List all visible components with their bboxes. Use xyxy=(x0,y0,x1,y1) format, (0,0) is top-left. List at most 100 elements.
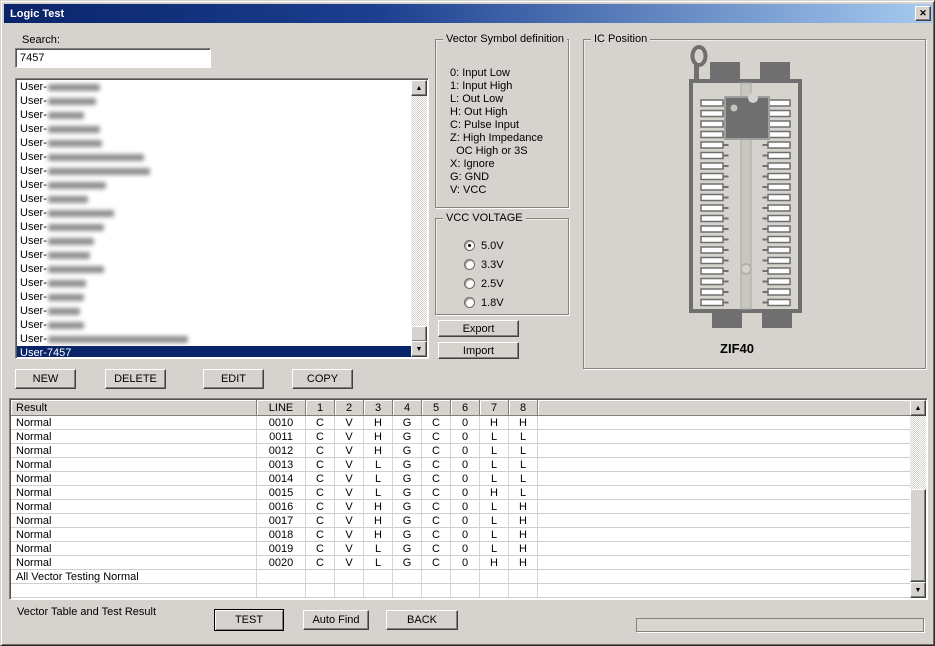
value-cell: C xyxy=(306,514,335,527)
list-item[interactable]: User- xyxy=(17,220,411,234)
list-item-label: User- xyxy=(20,221,47,233)
radio-label: 3.3V xyxy=(481,258,504,271)
table-row[interactable]: Normal 0010 C V H G C 0 H H xyxy=(11,416,912,430)
auto-find-button[interactable]: Auto Find xyxy=(303,610,369,630)
list-item-label: User- xyxy=(20,305,47,317)
scroll-down-icon: ▼ xyxy=(914,586,922,594)
summary-row[interactable]: All Vector Testing Normal xyxy=(11,570,912,584)
result-cell: Normal xyxy=(11,416,257,429)
title-bar[interactable]: Logic Test ✕ xyxy=(4,4,933,23)
radio-button[interactable] xyxy=(464,240,475,251)
table-row[interactable]: Normal 0015 C V L G C 0 H L xyxy=(11,486,912,500)
line-cell: 0014 xyxy=(257,472,306,485)
vcc-voltage-group: VCC VOLTAGE 5.0V 3.3V 2.5V 1.8V xyxy=(435,212,569,315)
radio-label: 5.0V xyxy=(481,239,504,252)
list-item[interactable]: User- xyxy=(17,94,411,108)
radio-button[interactable] xyxy=(464,297,475,308)
list-item[interactable]: User- xyxy=(17,248,411,262)
list-item[interactable]: User- xyxy=(17,178,411,192)
value-cell: C xyxy=(306,486,335,499)
table-row[interactable]: Normal 0020 C V L G C 0 H H xyxy=(11,556,912,570)
table-scrollbar-thumb[interactable] xyxy=(910,489,926,582)
table-row[interactable]: Normal 0019 C V L G C 0 L H xyxy=(11,542,912,556)
list-item-label: User- xyxy=(20,151,47,163)
column-header: 4 xyxy=(393,400,422,416)
vector-symbol-line: 0: Input Low xyxy=(450,67,510,79)
vcc-voltage-group-label: VCC VOLTAGE xyxy=(443,212,526,224)
list-scrollbar-thumb[interactable] xyxy=(411,326,427,342)
list-item[interactable]: User- xyxy=(17,164,411,178)
list-item[interactable]: User- xyxy=(17,318,411,332)
value-cell: G xyxy=(393,472,422,485)
list-item[interactable]: User- xyxy=(17,192,411,206)
line-cell: 0015 xyxy=(257,486,306,499)
value-cell: H xyxy=(509,416,538,429)
value-cell: L xyxy=(509,430,538,443)
list-item[interactable]: User- xyxy=(17,234,411,248)
list-item[interactable]: User- xyxy=(17,206,411,220)
copy-button[interactable]: COPY xyxy=(292,369,353,389)
radio-option-5-0v[interactable]: 5.0V xyxy=(464,236,504,255)
table-row[interactable]: Normal 0012 C V H G C 0 L L xyxy=(11,444,912,458)
list-item[interactable]: User- xyxy=(17,332,411,346)
radio-option-2-5v[interactable]: 2.5V xyxy=(464,274,504,293)
vector-symbol-group: Vector Symbol definition 0: Input Low 1: … xyxy=(435,33,569,208)
column-header: 8 xyxy=(509,400,538,416)
window-title: Logic Test xyxy=(10,7,65,20)
value-cell: H xyxy=(480,416,509,429)
list-item[interactable]: User- xyxy=(17,80,411,94)
list-item[interactable]: User- xyxy=(17,276,411,290)
list-scrollbar-track[interactable] xyxy=(411,96,427,341)
filler-cell xyxy=(538,556,912,569)
radio-button[interactable] xyxy=(464,259,475,270)
list-item[interactable]: User- xyxy=(17,108,411,122)
list-item[interactable]: User- xyxy=(17,150,411,164)
value-cell: V xyxy=(335,514,364,527)
table-row[interactable]: Normal 0013 C V L G C 0 L L xyxy=(11,458,912,472)
back-button[interactable]: BACK xyxy=(386,610,458,630)
value-cell: 0 xyxy=(451,514,480,527)
delete-button[interactable]: DELETE xyxy=(105,369,166,389)
edit-button[interactable]: EDIT xyxy=(203,369,264,389)
value-cell xyxy=(306,584,335,597)
radio-option-3-3v[interactable]: 3.3V xyxy=(464,255,504,274)
list-item[interactable]: User- xyxy=(17,136,411,150)
line-cell xyxy=(257,584,306,597)
empty-row[interactable] xyxy=(11,584,912,598)
list-item[interactable]: User-7457 xyxy=(17,346,411,357)
list-item-label: User-7457 xyxy=(20,347,72,357)
table-scroll-up-button[interactable]: ▲ xyxy=(910,400,926,416)
new-button[interactable]: NEW xyxy=(15,369,76,389)
close-button[interactable]: ✕ xyxy=(915,6,931,21)
radio-option-1-8v[interactable]: 1.8V xyxy=(464,293,504,312)
list-item[interactable]: User- xyxy=(17,290,411,304)
vector-symbol-line: V: VCC xyxy=(450,184,487,196)
radio-button[interactable] xyxy=(464,278,475,289)
export-button[interactable]: Export xyxy=(438,320,519,337)
table-row[interactable]: Normal 0017 C V H G C 0 L H xyxy=(11,514,912,528)
value-cell: L xyxy=(364,486,393,499)
search-input[interactable] xyxy=(15,48,211,68)
filler-cell xyxy=(538,584,912,597)
value-cell: H xyxy=(364,500,393,513)
test-button[interactable]: TEST xyxy=(214,609,284,631)
line-cell: 0019 xyxy=(257,542,306,555)
redacted-text xyxy=(47,83,100,91)
table-row[interactable]: Normal 0011 C V H G C 0 L L xyxy=(11,430,912,444)
table-row[interactable]: Normal 0014 C V L G C 0 L L xyxy=(11,472,912,486)
value-cell xyxy=(364,584,393,597)
import-button[interactable]: Import xyxy=(438,342,519,359)
list-item[interactable]: User- xyxy=(17,304,411,318)
table-row[interactable]: Normal 0016 C V H G C 0 L H xyxy=(11,500,912,514)
table-row[interactable]: Normal 0018 C V H G C 0 L H xyxy=(11,528,912,542)
value-cell: V xyxy=(335,430,364,443)
value-cell: 0 xyxy=(451,500,480,513)
list-scroll-up-button[interactable]: ▲ xyxy=(411,80,427,96)
value-cell: H xyxy=(480,486,509,499)
table-scroll-down-button[interactable]: ▼ xyxy=(910,582,926,598)
list-item-label: User- xyxy=(20,109,47,121)
radio-label: 1.8V xyxy=(481,296,504,309)
list-scroll-down-button[interactable]: ▼ xyxy=(411,341,427,357)
list-item[interactable]: User- xyxy=(17,122,411,136)
list-item[interactable]: User- xyxy=(17,262,411,276)
